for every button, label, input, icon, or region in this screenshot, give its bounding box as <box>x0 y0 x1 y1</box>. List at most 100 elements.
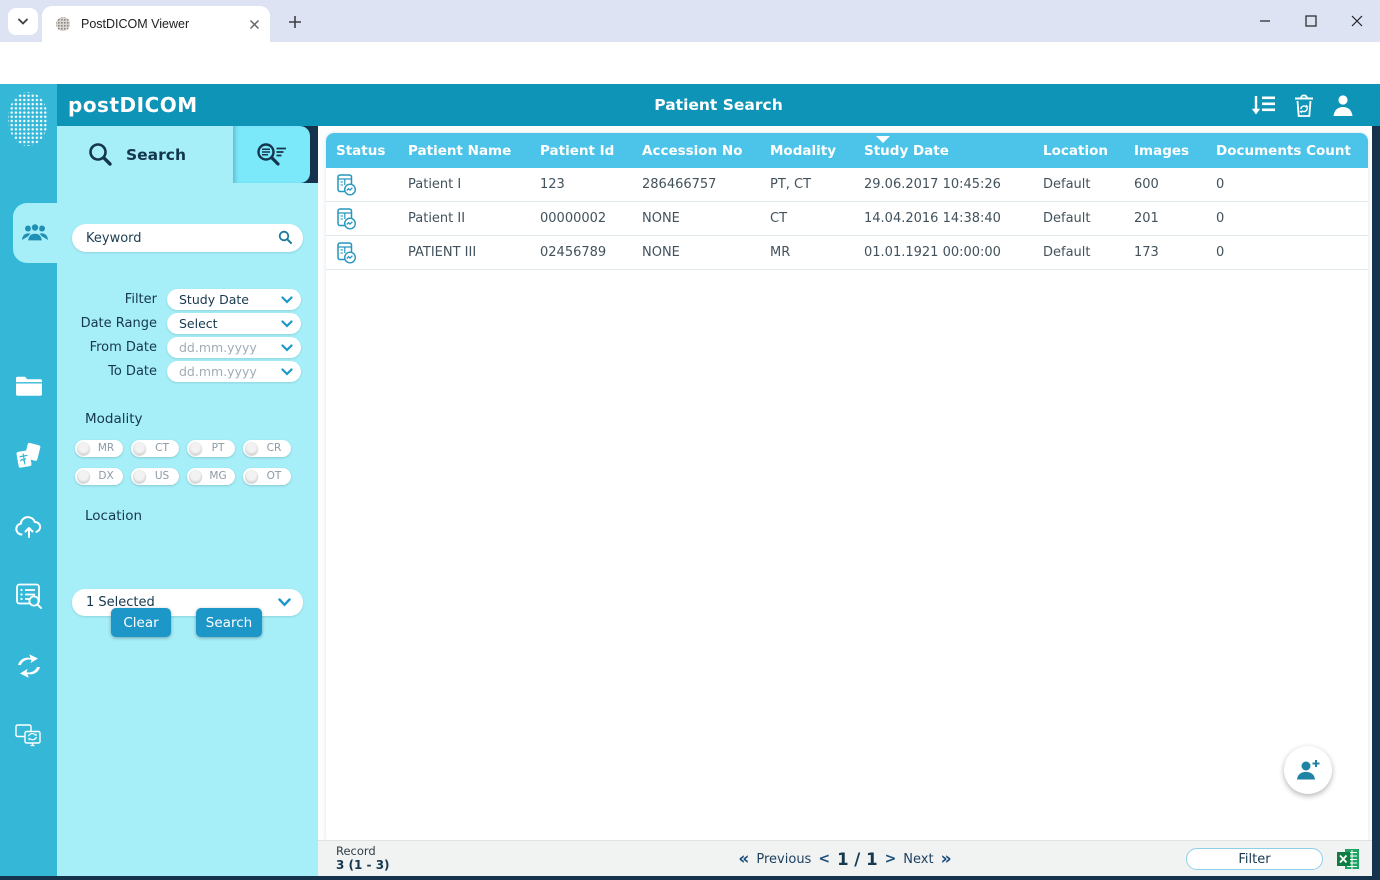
keyword-input[interactable] <box>72 224 303 252</box>
tab-close-icon[interactable] <box>249 19 260 30</box>
column-header-status[interactable]: Status <box>326 133 408 168</box>
page-edge-bottom <box>0 876 1380 880</box>
window-minimize-button[interactable] <box>1242 0 1288 42</box>
table-row[interactable]: PATIENT III 02456789 NONE MR 01.01.1921 … <box>326 236 1368 270</box>
study-status-icon <box>335 207 360 231</box>
tab-search-chevron-button[interactable] <box>8 8 38 35</box>
study-cards-icon <box>14 441 44 471</box>
trash-recycle-icon[interactable] <box>1293 93 1315 118</box>
previous-page-button[interactable]: Previous <box>756 852 811 867</box>
excel-export-icon[interactable] <box>1337 848 1360 870</box>
sidebar-item-folders[interactable] <box>0 364 57 408</box>
remote-monitors-icon <box>14 723 44 749</box>
person-plus-icon <box>1295 758 1321 782</box>
sidebar-item-studies[interactable] <box>0 434 57 478</box>
add-patient-fab[interactable] <box>1284 746 1332 794</box>
sort-descending-icon[interactable] <box>1250 93 1276 117</box>
window-maximize-button[interactable] <box>1288 0 1334 42</box>
modality-toggle-dx[interactable]: DX <box>75 468 123 485</box>
folder-icon <box>14 374 44 398</box>
location-select[interactable]: 1 Selected <box>72 589 303 616</box>
toggle-knob <box>133 470 146 483</box>
search-tab-label: Search <box>126 146 186 164</box>
postdicom-logo-icon <box>6 90 51 148</box>
chevron-down-icon <box>278 598 291 607</box>
patient-table: Status Patient Name Patient Id Accession… <box>326 133 1368 840</box>
chevron-down-icon <box>281 344 293 352</box>
column-header-accession-no[interactable]: Accession No <box>642 133 770 168</box>
cell-modality: MR <box>770 245 864 260</box>
list-search-icon <box>15 582 43 610</box>
cell-images: 173 <box>1134 245 1216 260</box>
modality-toggle-us[interactable]: US <box>131 468 179 485</box>
column-header-images[interactable]: Images <box>1134 133 1216 168</box>
next-page-button[interactable]: Next <box>903 852 933 867</box>
filter-select[interactable]: Study Date <box>167 289 301 310</box>
main-content: Status Patient Name Patient Id Accession… <box>318 126 1372 840</box>
account-person-icon[interactable] <box>1332 93 1354 117</box>
modality-toggle-mr[interactable]: MR <box>75 440 123 457</box>
table-header-row: Status Patient Name Patient Id Accession… <box>326 133 1368 168</box>
favicon <box>55 16 71 32</box>
study-status-icon <box>335 173 360 197</box>
new-tab-button[interactable] <box>282 9 308 35</box>
cell-modality: CT <box>770 211 864 226</box>
filter-label: Filter <box>125 289 157 310</box>
cloud-upload-icon <box>13 513 45 539</box>
sidebar-item-remote-share[interactable] <box>0 714 57 758</box>
window-controls <box>1242 0 1380 42</box>
page-title: Patient Search <box>57 84 1380 126</box>
column-header-patient-id[interactable]: Patient Id <box>540 133 642 168</box>
modality-toggle-cr[interactable]: CR <box>243 440 291 457</box>
column-header-patient-name[interactable]: Patient Name <box>408 133 540 168</box>
table-row[interactable]: Patient I 123 286466757 PT, CT 29.06.201… <box>326 168 1368 202</box>
modality-toggle-mg[interactable]: MG <box>187 468 235 485</box>
advanced-search-icon <box>255 141 289 169</box>
tab-basic-search[interactable]: Search <box>57 126 233 183</box>
sidebar-item-cloud-upload[interactable] <box>0 504 57 548</box>
sidebar-item-patients[interactable] <box>13 203 57 263</box>
chevron-down-icon <box>281 368 293 376</box>
first-page-button[interactable]: « <box>738 851 749 868</box>
cell-study-date: 29.06.2017 10:45:26 <box>864 177 1043 192</box>
chevron-down-icon <box>17 18 29 26</box>
study-status-icon <box>335 241 360 265</box>
window-close-button[interactable] <box>1334 0 1380 42</box>
sync-arrows-icon <box>15 652 43 680</box>
left-sidebar <box>0 84 57 876</box>
toggle-knob <box>189 442 202 455</box>
search-panel: Filter Study Date Date Range Select From… <box>57 183 318 876</box>
column-header-study-date[interactable]: Study Date <box>864 133 1043 168</box>
plus-icon <box>288 15 302 29</box>
table-row[interactable]: Patient II 00000002 NONE CT 14.04.2016 1… <box>326 202 1368 236</box>
next-chevron-button[interactable]: > <box>885 851 897 867</box>
cell-patient-name: Patient I <box>408 177 540 192</box>
prev-chevron-button[interactable]: < <box>818 851 830 867</box>
last-page-button[interactable]: » <box>941 851 952 868</box>
from-date-select[interactable]: dd.mm.yyyy <box>167 337 301 358</box>
clear-button[interactable]: Clear <box>111 608 171 637</box>
sidebar-item-sync[interactable] <box>0 644 57 688</box>
modality-toggle-ot[interactable]: OT <box>243 468 291 485</box>
search-button[interactable]: Search <box>196 608 262 637</box>
modality-toggle-ct[interactable]: CT <box>131 440 179 457</box>
filter-button[interactable]: Filter <box>1186 848 1323 870</box>
tab-advanced-search[interactable] <box>233 126 310 183</box>
filter-row: Filter Study Date <box>57 289 318 310</box>
browser-tab[interactable]: PostDICOM Viewer <box>42 6 270 42</box>
date-range-label: Date Range <box>81 313 157 334</box>
date-range-select[interactable]: Select <box>167 313 301 334</box>
cell-study-date: 01.01.1921 00:00:00 <box>864 245 1043 260</box>
sidebar-item-worklist-search[interactable] <box>0 574 57 618</box>
to-date-label: To Date <box>108 361 157 382</box>
to-date-select[interactable]: dd.mm.yyyy <box>167 361 301 382</box>
modality-toggle-pt[interactable]: PT <box>187 440 235 457</box>
column-header-documents-count[interactable]: Documents Count <box>1216 133 1368 168</box>
column-header-modality[interactable]: Modality <box>770 133 864 168</box>
cell-location: Default <box>1043 245 1134 260</box>
column-header-location[interactable]: Location <box>1043 133 1134 168</box>
table-footer: Record 3 (1 - 3) « Previous < 1 / 1 > Ne… <box>318 840 1372 876</box>
browser-toolbar: germany.postdicom.com/Viewer/Main <box>0 42 1380 84</box>
cell-patient-name: Patient II <box>408 211 540 226</box>
cell-patient-id: 00000002 <box>540 211 642 226</box>
